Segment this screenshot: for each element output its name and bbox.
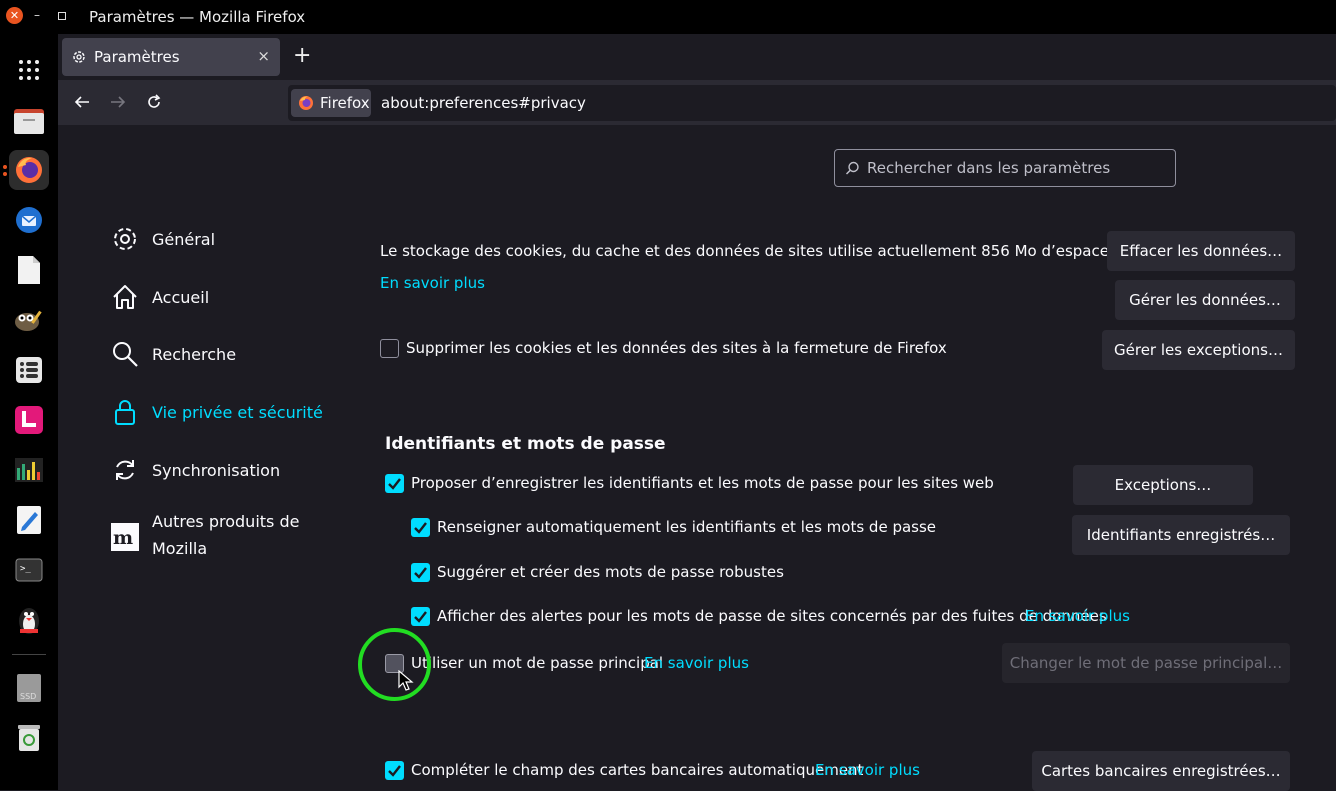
sidebar-item-privacy[interactable]: Vie privée et sécurité: [110, 397, 323, 427]
autofill-logins-checkbox[interactable]: [411, 518, 430, 537]
dock-running-dot: [3, 172, 7, 176]
checkmark-icon: [414, 522, 427, 534]
checkmark-icon: [388, 765, 401, 777]
trash-icon[interactable]: [9, 718, 49, 758]
identity-box[interactable]: Firefox: [291, 89, 371, 117]
sidebar-item-label: Accueil: [152, 287, 210, 307]
sidebar-item-label: Vie privée et sécurité: [152, 402, 323, 422]
gimp-icon[interactable]: [9, 300, 49, 340]
breach-alerts-label: Afficher des alertes pour les mots de pa…: [437, 607, 1107, 625]
search-placeholder: Rechercher dans les paramètres: [867, 159, 1111, 177]
primary-password-learn-more-link[interactable]: En savoir plus: [644, 654, 749, 672]
search-icon: [845, 161, 859, 175]
sidebar-item-search[interactable]: Recherche: [110, 339, 236, 369]
breach-alerts-learn-more-link[interactable]: En savoir plus: [1025, 607, 1130, 625]
window-minimize-button[interactable]: –: [34, 8, 40, 22]
tasks-icon[interactable]: [9, 350, 49, 390]
checkmark-icon: [414, 611, 427, 623]
terminal-icon[interactable]: >_: [9, 550, 49, 590]
sidebar-item-general[interactable]: Général: [110, 224, 215, 254]
logins-heading: Identifiants et mots de passe: [385, 434, 666, 454]
tab-bar: Paramètres × +: [58, 34, 1336, 80]
checkmark-icon: [388, 478, 401, 490]
gear-icon: [114, 228, 136, 250]
breach-alerts-checkbox[interactable]: [411, 607, 430, 626]
apps-grid-icon[interactable]: [9, 50, 49, 90]
back-arrow-icon[interactable]: [72, 92, 92, 112]
sync-icon: [116, 460, 134, 480]
clear-data-button[interactable]: Effacer les données…: [1107, 231, 1295, 271]
offer-save-logins-label: Proposer d’enregistrer les identifiants …: [411, 474, 994, 492]
suggest-passwords-label: Suggérer et créer des mots de passe robu…: [437, 563, 784, 581]
files-icon[interactable]: [9, 100, 49, 140]
text-editor-icon[interactable]: [9, 500, 49, 540]
manage-data-button[interactable]: Gérer les données…: [1115, 280, 1295, 320]
equalizer-icon[interactable]: [9, 450, 49, 490]
sidebar-item-sync[interactable]: Synchronisation: [110, 455, 280, 485]
sidebar-item-more-from-mozilla[interactable]: m Autres produits de Mozilla: [110, 512, 299, 562]
search-icon: [113, 342, 138, 367]
dock-running-dot: [3, 165, 7, 169]
app-icon[interactable]: [9, 400, 49, 440]
url-bar[interactable]: Firefox about:preferences#privacy: [288, 85, 1336, 121]
penguin-icon[interactable]: [9, 600, 49, 640]
suggest-passwords-checkbox[interactable]: [411, 563, 430, 582]
saved-logins-button[interactable]: Identifiants enregistrés…: [1072, 515, 1290, 555]
sidebar-item-label-line2: Mozilla: [152, 539, 208, 558]
autofill-logins-label: Renseigner automatiquement les identifia…: [437, 518, 937, 536]
window-maximize-button[interactable]: [58, 12, 66, 20]
new-tab-button[interactable]: +: [293, 44, 311, 68]
ssd-label: SSD: [20, 692, 36, 701]
autofill-cards-label: Compléter le champ des cartes bancaires …: [411, 761, 864, 779]
url-text[interactable]: about:preferences#privacy: [381, 94, 586, 112]
autofill-cards-checkbox[interactable]: [385, 761, 404, 780]
checkmark-icon: [414, 567, 427, 579]
saved-cards-button[interactable]: Cartes bancaires enregistrées…: [1032, 751, 1290, 791]
tab-label: Paramètres: [94, 48, 180, 66]
window-close-button[interactable]: ✕: [6, 7, 23, 24]
dock: >_ SSD: [0, 34, 58, 790]
thunderbird-icon[interactable]: [9, 200, 49, 240]
delete-cookies-on-close-checkbox[interactable]: [380, 339, 399, 358]
sidebar-item-label-line1: Autres produits de: [152, 512, 300, 531]
firefox-icon[interactable]: [9, 150, 49, 190]
change-primary-password-button[interactable]: Changer le mot de passe principal…: [1002, 643, 1290, 683]
navigation-bar: Firefox about:preferences#privacy: [58, 80, 1336, 125]
window-titlebar: ✕ – Paramètres — Mozilla Firefox: [0, 0, 1336, 34]
delete-cookies-on-close-label: Supprimer les cookies et les données des…: [406, 339, 947, 357]
tab-close-button[interactable]: ×: [257, 47, 270, 65]
sidebar-item-label: Général: [152, 229, 216, 249]
offer-save-logins-checkbox[interactable]: [385, 474, 404, 493]
reload-icon[interactable]: [144, 92, 164, 112]
sidebar-item-label: Synchronisation: [152, 460, 281, 480]
manage-cookie-exceptions-button[interactable]: Gérer les exceptions…: [1102, 330, 1295, 370]
login-exceptions-button[interactable]: Exceptions…: [1073, 465, 1253, 505]
sidebar-item-label: Recherche: [152, 344, 237, 364]
highlight-ring: [358, 628, 431, 701]
tab-settings[interactable]: Paramètres ×: [62, 38, 280, 76]
autofill-cards-learn-more-link[interactable]: En savoir plus: [815, 761, 920, 779]
sidebar-item-home[interactable]: Accueil: [110, 282, 209, 312]
dock-separator: [12, 654, 46, 655]
document-icon[interactable]: [9, 250, 49, 290]
firefox-icon: [299, 96, 313, 110]
forward-arrow-icon[interactable]: [108, 92, 128, 112]
svg-text:m: m: [113, 527, 133, 549]
window-title: Paramètres — Mozilla Firefox: [89, 8, 306, 26]
identity-label: Firefox: [320, 94, 370, 112]
mozilla-m-icon: m: [111, 523, 139, 551]
mouse-pointer-icon: [398, 670, 414, 691]
preferences-content: Rechercher dans les paramètres Général A…: [58, 125, 1336, 791]
ssd-drive-icon[interactable]: SSD: [9, 668, 49, 708]
cookies-storage-text: Le stockage des cookies, du cache et des…: [380, 242, 1169, 260]
gear-icon: [73, 51, 85, 63]
svg-text:>_: >_: [20, 564, 31, 574]
settings-search-input[interactable]: Rechercher dans les paramètres: [834, 149, 1176, 187]
primary-password-label: Utiliser un mot de passe principal: [411, 654, 664, 672]
home-icon: [113, 285, 137, 309]
cookies-learn-more-link[interactable]: En savoir plus: [380, 274, 485, 292]
lock-icon: [115, 400, 135, 425]
